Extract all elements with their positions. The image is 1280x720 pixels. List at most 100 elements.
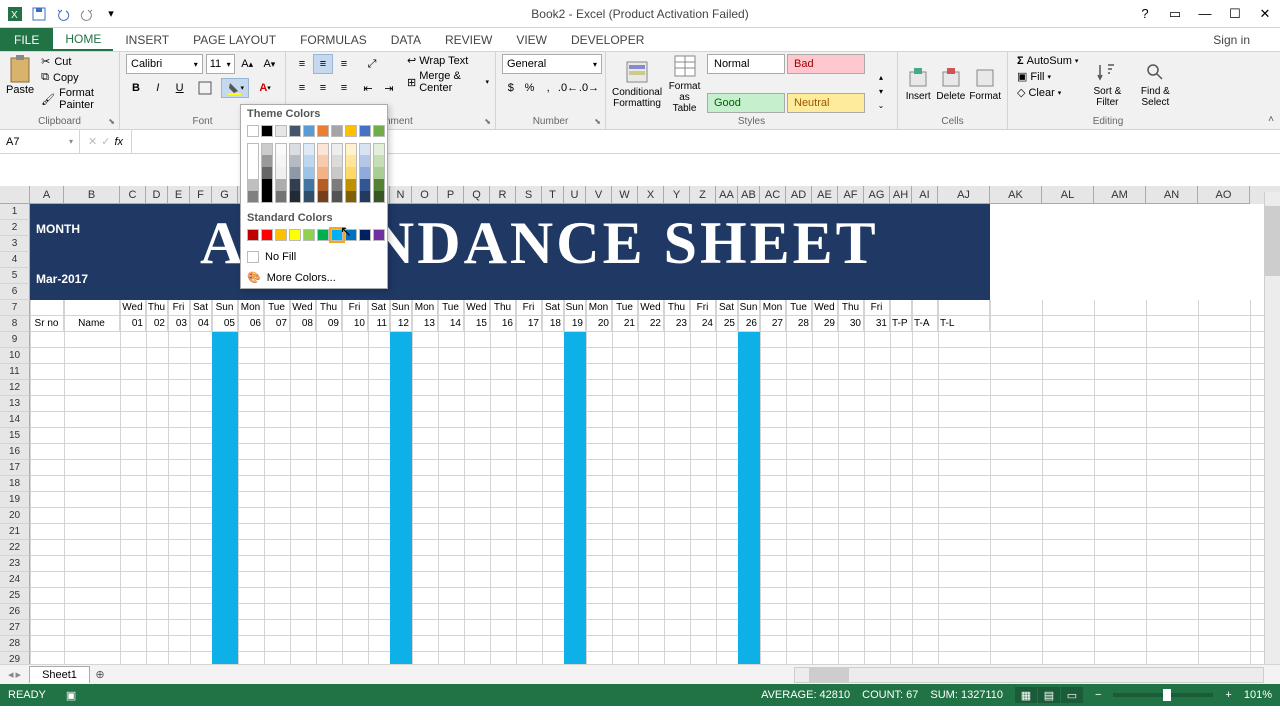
col-header-AO[interactable]: AO bbox=[1198, 186, 1250, 204]
ribbon-display-icon[interactable]: ▭ bbox=[1160, 3, 1190, 25]
format-cells-button[interactable]: Format bbox=[969, 54, 1001, 114]
standard-swatch[interactable] bbox=[247, 229, 259, 241]
cut-button[interactable]: ✂Cut bbox=[38, 54, 113, 69]
date-header-cell[interactable]: 07 bbox=[264, 316, 290, 332]
col-header-AF[interactable]: AF bbox=[838, 186, 864, 204]
close-icon[interactable]: ✕ bbox=[1250, 3, 1280, 25]
shade-swatch[interactable] bbox=[331, 143, 343, 155]
minimize-icon[interactable]: — bbox=[1190, 3, 1220, 25]
col-header-W[interactable]: W bbox=[612, 186, 638, 204]
shade-swatch[interactable] bbox=[303, 155, 315, 167]
date-header-cell[interactable]: 30 bbox=[838, 316, 864, 332]
shade-swatch[interactable] bbox=[373, 155, 385, 167]
day-header-cell[interactable]: Wed bbox=[464, 300, 490, 316]
tab-home[interactable]: HOME bbox=[53, 28, 113, 51]
undo-icon[interactable] bbox=[52, 3, 74, 25]
date-header-cell[interactable]: 01 bbox=[120, 316, 146, 332]
col-header-N[interactable]: N bbox=[390, 186, 412, 204]
increase-decimal-button[interactable]: .0← bbox=[558, 78, 578, 98]
shade-swatch[interactable] bbox=[359, 155, 371, 167]
row-header-29[interactable]: 29 bbox=[0, 652, 30, 664]
zoom-slider[interactable] bbox=[1113, 693, 1213, 697]
styles-up-button[interactable]: ▴ bbox=[871, 71, 891, 85]
page-break-view-button[interactable]: ▭ bbox=[1061, 687, 1083, 703]
col-header-D[interactable]: D bbox=[146, 186, 168, 204]
day-header-cell[interactable]: Mon bbox=[412, 300, 438, 316]
row-header-14[interactable]: 14 bbox=[0, 412, 30, 428]
sign-in-link[interactable]: Sign in bbox=[1213, 28, 1250, 51]
date-header-cell[interactable]: 05 bbox=[212, 316, 238, 332]
row-header-3[interactable]: 3 bbox=[0, 236, 30, 252]
shade-swatch[interactable] bbox=[261, 191, 273, 203]
col-header-AI[interactable]: AI bbox=[912, 186, 938, 204]
shade-swatch[interactable] bbox=[289, 191, 301, 203]
shade-swatch[interactable] bbox=[345, 191, 357, 203]
find-select-button[interactable]: Find & Select bbox=[1133, 54, 1177, 114]
day-header-cell[interactable] bbox=[912, 300, 938, 316]
tab-formulas[interactable]: FORMULAS bbox=[288, 28, 379, 51]
day-header-cell[interactable]: Wed bbox=[638, 300, 664, 316]
copy-button[interactable]: ⧉Copy bbox=[38, 70, 113, 85]
day-header-cell[interactable]: Sat bbox=[716, 300, 738, 316]
row-header-5[interactable]: 5 bbox=[0, 268, 30, 284]
row-header-27[interactable]: 27 bbox=[0, 620, 30, 636]
date-header-cell[interactable]: 12 bbox=[390, 316, 412, 332]
day-header-cell[interactable]: Fri bbox=[864, 300, 890, 316]
row-header-23[interactable]: 23 bbox=[0, 556, 30, 572]
tab-data[interactable]: DATA bbox=[379, 28, 433, 51]
theme-swatch[interactable] bbox=[289, 125, 301, 137]
date-header-cell[interactable]: Name bbox=[64, 316, 120, 332]
shade-swatch[interactable] bbox=[345, 167, 357, 179]
date-header-cell[interactable]: 25 bbox=[716, 316, 738, 332]
col-header-AN[interactable]: AN bbox=[1146, 186, 1198, 204]
theme-swatch[interactable] bbox=[331, 125, 343, 137]
shade-swatch[interactable] bbox=[331, 191, 343, 203]
insert-cells-button[interactable]: Insert bbox=[904, 54, 932, 114]
date-header-cell[interactable]: 02 bbox=[146, 316, 168, 332]
row-header-18[interactable]: 18 bbox=[0, 476, 30, 492]
normal-view-button[interactable]: ▦ bbox=[1015, 687, 1037, 703]
standard-swatch[interactable] bbox=[359, 229, 371, 241]
day-header-cell[interactable]: Thu bbox=[490, 300, 516, 316]
italic-button[interactable]: I bbox=[148, 78, 168, 98]
theme-swatch[interactable] bbox=[359, 125, 371, 137]
shade-swatch[interactable] bbox=[275, 143, 287, 155]
date-header-cell[interactable]: 06 bbox=[238, 316, 264, 332]
shade-swatch[interactable] bbox=[261, 143, 273, 155]
alignment-dialog-launcher[interactable]: ⬊ bbox=[484, 117, 491, 126]
theme-swatch[interactable] bbox=[247, 125, 259, 137]
shade-swatch[interactable] bbox=[359, 167, 371, 179]
day-header-cell[interactable] bbox=[938, 300, 990, 316]
col-header-G[interactable]: G bbox=[212, 186, 238, 204]
day-header-cell[interactable]: Sat bbox=[190, 300, 212, 316]
col-header-AB[interactable]: AB bbox=[738, 186, 760, 204]
day-header-cell[interactable]: Fri bbox=[690, 300, 716, 316]
align-left-button[interactable]: ≡ bbox=[292, 78, 312, 98]
day-header-cell[interactable]: Mon bbox=[238, 300, 264, 316]
date-header-cell[interactable]: Sr no bbox=[30, 316, 64, 332]
col-header-AM[interactable]: AM bbox=[1094, 186, 1146, 204]
percent-format-button[interactable]: % bbox=[521, 78, 539, 98]
date-header-cell[interactable]: 14 bbox=[438, 316, 464, 332]
day-header-cell[interactable]: Sat bbox=[368, 300, 390, 316]
col-header-P[interactable]: P bbox=[438, 186, 464, 204]
date-header-cell[interactable]: 09 bbox=[316, 316, 342, 332]
autosum-button[interactable]: ΣAutoSum▾ bbox=[1014, 54, 1081, 68]
orientation-button[interactable]: ⤢ bbox=[358, 54, 386, 74]
align-bottom-button[interactable]: ≡ bbox=[334, 54, 354, 74]
row-header-16[interactable]: 16 bbox=[0, 444, 30, 460]
shade-swatch[interactable] bbox=[247, 155, 259, 167]
day-header-cell[interactable]: Fri bbox=[168, 300, 190, 316]
col-header-C[interactable]: C bbox=[120, 186, 146, 204]
tab-view[interactable]: VIEW bbox=[504, 28, 559, 51]
date-header-cell[interactable]: 13 bbox=[412, 316, 438, 332]
clipboard-dialog-launcher[interactable]: ⬊ bbox=[108, 117, 115, 126]
date-header-cell[interactable]: T-L bbox=[938, 316, 990, 332]
shade-swatch[interactable] bbox=[303, 167, 315, 179]
row-header-17[interactable]: 17 bbox=[0, 460, 30, 476]
shade-swatch[interactable] bbox=[331, 167, 343, 179]
shade-swatch[interactable] bbox=[247, 179, 259, 191]
theme-swatch[interactable] bbox=[317, 125, 329, 137]
bold-button[interactable]: B bbox=[126, 78, 146, 98]
date-header-cell[interactable]: 28 bbox=[786, 316, 812, 332]
